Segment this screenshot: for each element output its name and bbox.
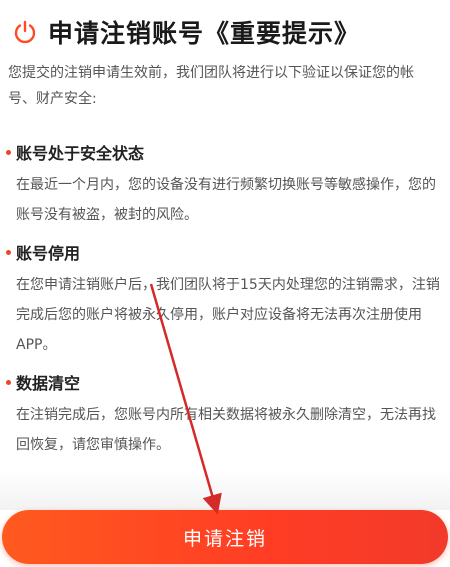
bullet-icon [6,149,11,155]
bullet-icon [6,249,11,255]
bullet-icon [6,379,11,385]
section-heading-label: 账号处于安全状态 [16,144,145,163]
deregister-notice-page: 申请注销账号《重要提示》 您提交的注销申请生效前，我们团队将进行以下验证以保证您… [0,0,450,567]
page-header: 申请注销账号《重要提示》 [12,14,442,50]
section-heading-account-disable: 账号停用 [6,240,80,264]
apply-deregister-button[interactable]: 申请注销 [2,510,448,564]
section-text-account-safe: 在最近一个月内，您的设备没有进行频繁切换账号等敏感操作，您的账号没有被盗，被封的… [16,177,436,223]
page-title: 申请注销账号《重要提示》 [48,19,361,48]
section-heading-account-safe: 账号处于安全状态 [6,140,144,164]
section-heading-data-clear: 数据清空 [6,370,80,394]
intro-text: 您提交的注销申请生效前，我们团队将进行以下验证以保证您的帐号、财产安全: [8,65,414,107]
power-icon [12,19,38,45]
section-heading-label: 数据清空 [16,374,81,393]
bottom-fade [0,470,450,510]
section-text-account-disable: 在您申请注销账户后，我们团队将于15天内处理您的注销需求，注销完成后您的账户将被… [16,277,440,353]
section-text-data-clear: 在注销完成后，您账号内所有相关数据将被永久删除清空，无法再找回恢复，请您审慎操作… [16,407,436,453]
section-heading-label: 账号停用 [16,244,81,263]
